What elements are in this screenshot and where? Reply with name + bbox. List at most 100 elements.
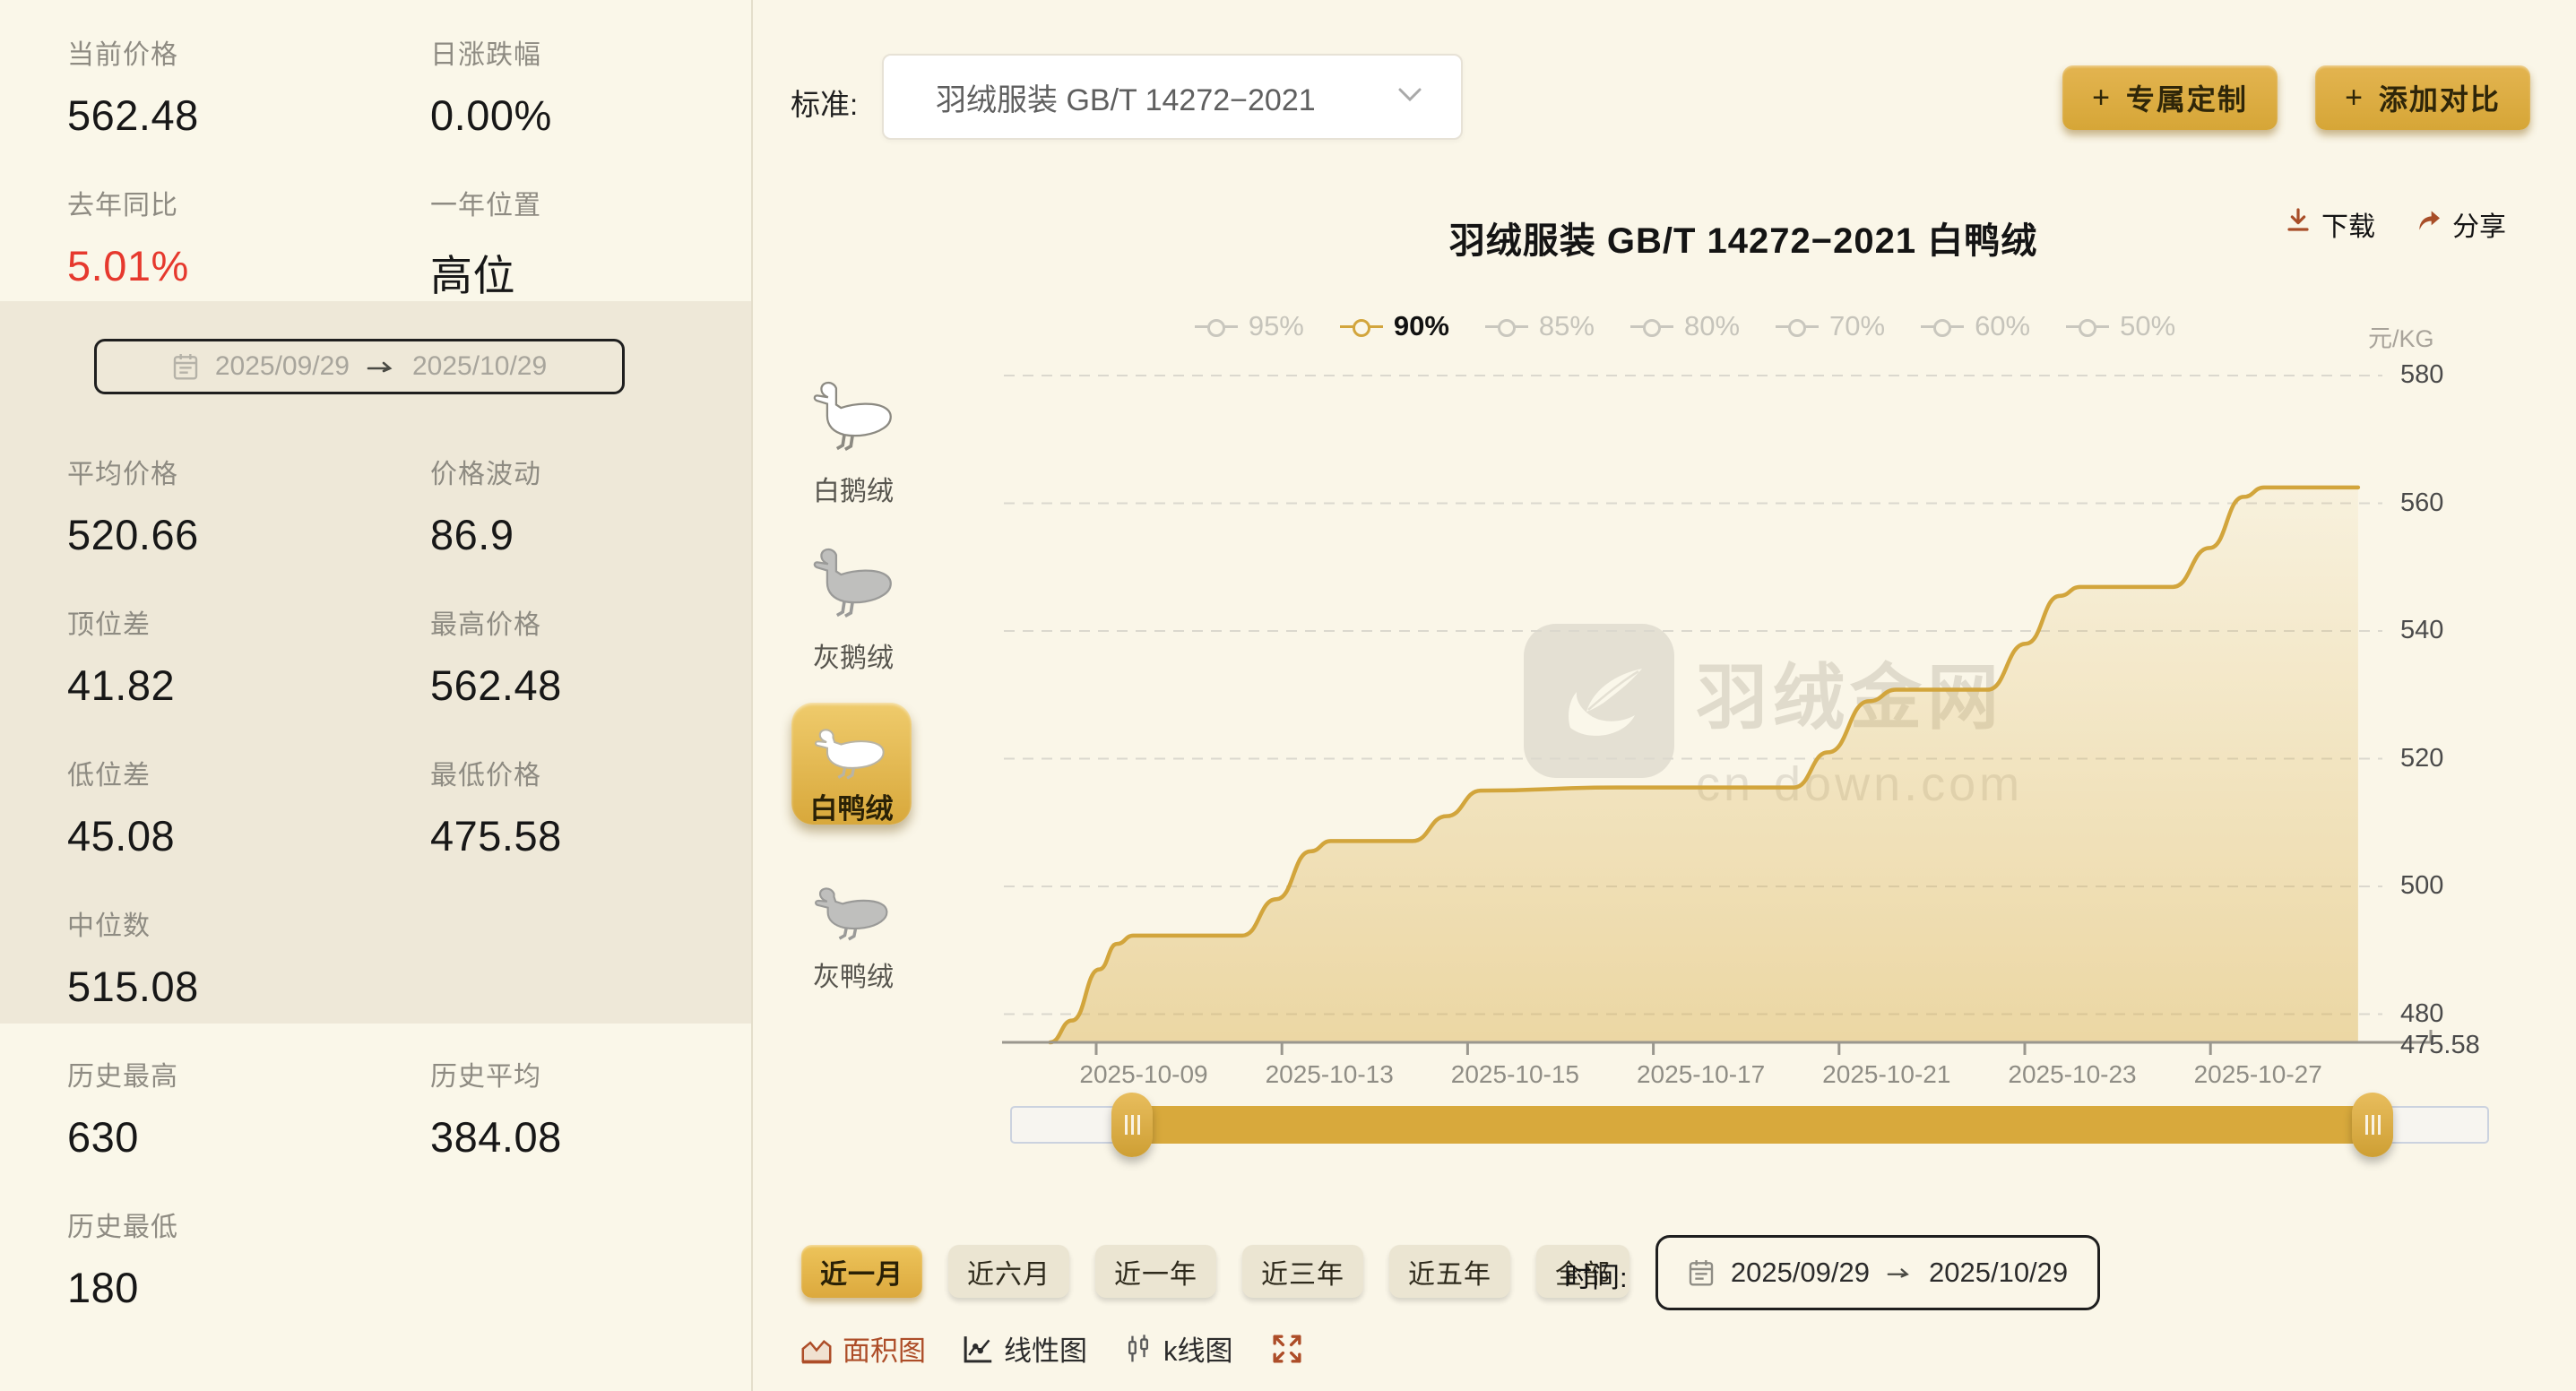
legend-marker-icon <box>1630 325 1673 328</box>
grey-goose-icon <box>808 543 898 626</box>
legend-label: 60% <box>1975 310 2030 342</box>
stat-highest-price: 最高价格 562.48 <box>430 602 780 710</box>
legend: 95% 90% 85% 80% 70% 60% 50% <box>1004 310 2366 342</box>
chart-actions: 下载 分享 <box>2284 204 2506 244</box>
x-tick-label: 2025-10-17 <box>1637 1060 1765 1089</box>
legend-item-95[interactable]: 95% <box>1195 310 1304 342</box>
date-end[interactable]: 2025/10/29 <box>1929 1257 2068 1289</box>
legend-label: 80% <box>1684 310 1740 342</box>
fullscreen-expand-icon[interactable] <box>1269 1331 1305 1367</box>
stat-year-position: 一年位置 高位 <box>430 183 780 303</box>
slider-right-handle[interactable] <box>2352 1093 2393 1157</box>
standard-select-value: 羽绒服装 GB/T 14272−2021 <box>936 75 1395 119</box>
stats-sidebar: 当前价格 562.48 日涨跌幅 0.00% 去年同比 5.01% 一年位置 高… <box>0 0 753 1391</box>
sidebar-date-range[interactable]: 2025/09/29 2025/10/29 <box>94 339 625 394</box>
time-label: 时间: <box>1564 1255 1628 1295</box>
footer-date-range[interactable]: 2025/09/29 2025/10/29 <box>1655 1235 2100 1310</box>
legend-marker-icon <box>1776 325 1819 328</box>
legend-label: 90% <box>1394 310 1449 342</box>
x-tick-label: 2025-10-21 <box>1822 1060 1950 1089</box>
x-tick-label: 2025-10-09 <box>1079 1060 1207 1089</box>
stat-yoy: 去年同比 5.01% <box>67 183 417 290</box>
share-button[interactable]: 分享 <box>2415 204 2506 244</box>
slider-left-handle[interactable] <box>1111 1093 1153 1157</box>
range-button-6m[interactable]: 近六月 <box>948 1245 1069 1298</box>
legend-item-70[interactable]: 70% <box>1776 310 1885 342</box>
x-tick-label: 2025-10-27 <box>2194 1060 2322 1089</box>
category-white-duck-down-selected[interactable]: 白鸭绒 <box>791 703 912 825</box>
y-axis-unit: 元/KG <box>2368 319 2434 354</box>
calendar-icon <box>172 352 199 381</box>
x-tick-label: 2025-10-13 <box>1266 1060 1394 1089</box>
legend-label: 50% <box>2120 310 2175 342</box>
x-tick-label: 2025-10-23 <box>2008 1060 2136 1089</box>
legend-label: 85% <box>1539 310 1595 342</box>
watermark-logo <box>1524 624 1674 778</box>
white-goose-icon <box>808 376 898 459</box>
legend-item-80[interactable]: 80% <box>1630 310 1740 342</box>
y-min-label: 475.58 <box>2400 1031 2480 1060</box>
kline-chart-icon <box>1123 1333 1154 1365</box>
plus-icon: + <box>2345 81 2364 116</box>
legend-item-50[interactable]: 50% <box>2066 310 2175 342</box>
calendar-icon <box>1688 1258 1715 1287</box>
stat-top-gap: 顶位差 41.82 <box>67 602 417 710</box>
date-start[interactable]: 2025/09/29 <box>215 351 350 382</box>
chart-type-area[interactable]: 面积图 <box>800 1328 926 1369</box>
stat-daily-change: 日涨跌幅 0.00% <box>430 32 780 140</box>
legend-item-90[interactable]: 90% <box>1340 310 1449 342</box>
date-start[interactable]: 2025/09/29 <box>1731 1257 1870 1289</box>
y-tick-label: 580 <box>2400 360 2443 390</box>
stat-hist-avg: 历史平均 384.08 <box>430 1054 780 1162</box>
date-end[interactable]: 2025/10/29 <box>412 351 547 382</box>
chart-type-switcher: 面积图 线性图 k线图 <box>800 1328 1305 1369</box>
y-tick-label: 540 <box>2400 616 2443 645</box>
y-tick-label: 560 <box>2400 488 2443 518</box>
legend-marker-icon <box>1195 325 1238 328</box>
stat-lowest-price: 最低价格 475.58 <box>430 753 780 860</box>
range-button-5y[interactable]: 近五年 <box>1389 1245 1510 1298</box>
chart-type-kline[interactable]: k线图 <box>1123 1328 1233 1369</box>
legend-marker-icon <box>1340 325 1383 328</box>
legend-label: 95% <box>1249 310 1304 342</box>
price-dashboard: 当前价格 562.48 日涨跌幅 0.00% 去年同比 5.01% 一年位置 高… <box>0 0 2576 1391</box>
download-icon <box>2284 206 2312 242</box>
line-chart-icon <box>962 1333 994 1365</box>
y-tick-label: 480 <box>2400 999 2443 1029</box>
legend-item-85[interactable]: 85% <box>1485 310 1595 342</box>
y-tick-label: 520 <box>2400 744 2443 773</box>
chart-title: 羽绒服装 GB/T 14272−2021 白鸭绒 <box>1004 212 2483 264</box>
x-tick-label: 2025-10-15 <box>1451 1060 1579 1089</box>
download-button[interactable]: 下载 <box>2284 204 2375 244</box>
legend-item-60[interactable]: 60% <box>1921 310 2030 342</box>
category-grey-goose-down[interactable]: 灰鹅绒 <box>791 543 915 675</box>
chart-type-line[interactable]: 线性图 <box>962 1328 1087 1369</box>
legend-marker-icon <box>2066 325 2109 328</box>
slider-selected-range[interactable] <box>1132 1106 2373 1144</box>
stat-hist-high: 历史最高 630 <box>67 1054 417 1162</box>
stat-low-gap: 低位差 45.08 <box>67 753 417 860</box>
arrow-right-icon <box>366 359 396 374</box>
custom-subscribe-button[interactable]: + 专属定制 <box>2062 65 2278 130</box>
stat-avg-price: 平均价格 520.66 <box>67 452 417 559</box>
watermark-text: 羽绒金网 cn-down.com <box>1696 640 2023 812</box>
stat-volatility: 价格波动 86.9 <box>430 452 780 559</box>
add-compare-button[interactable]: + 添加对比 <box>2315 65 2530 130</box>
range-button-1y[interactable]: 近一年 <box>1095 1245 1216 1298</box>
stat-hist-low: 历史最低 180 <box>67 1205 417 1312</box>
range-button-1m[interactable]: 近一月 <box>801 1245 922 1298</box>
category-grey-duck-down[interactable]: 灰鸭绒 <box>791 868 915 994</box>
stat-median: 中位数 515.08 <box>67 903 417 1011</box>
time-range-buttons: 近一月 近六月 近一年 近三年 近五年 全部 <box>801 1245 1629 1298</box>
grey-duck-icon <box>810 868 896 945</box>
legend-marker-icon <box>1921 325 1964 328</box>
standard-select[interactable]: 羽绒服装 GB/T 14272−2021 <box>882 54 1463 140</box>
range-button-3y[interactable]: 近三年 <box>1242 1245 1363 1298</box>
date-zoom-slider[interactable] <box>1010 1106 2489 1144</box>
legend-label: 70% <box>1829 310 1885 342</box>
share-icon <box>2415 206 2443 242</box>
stat-current-price: 当前价格 562.48 <box>67 32 417 140</box>
category-white-goose-down[interactable]: 白鹅绒 <box>791 376 915 508</box>
area-chart-icon <box>800 1333 833 1365</box>
y-tick-label: 500 <box>2400 871 2443 901</box>
